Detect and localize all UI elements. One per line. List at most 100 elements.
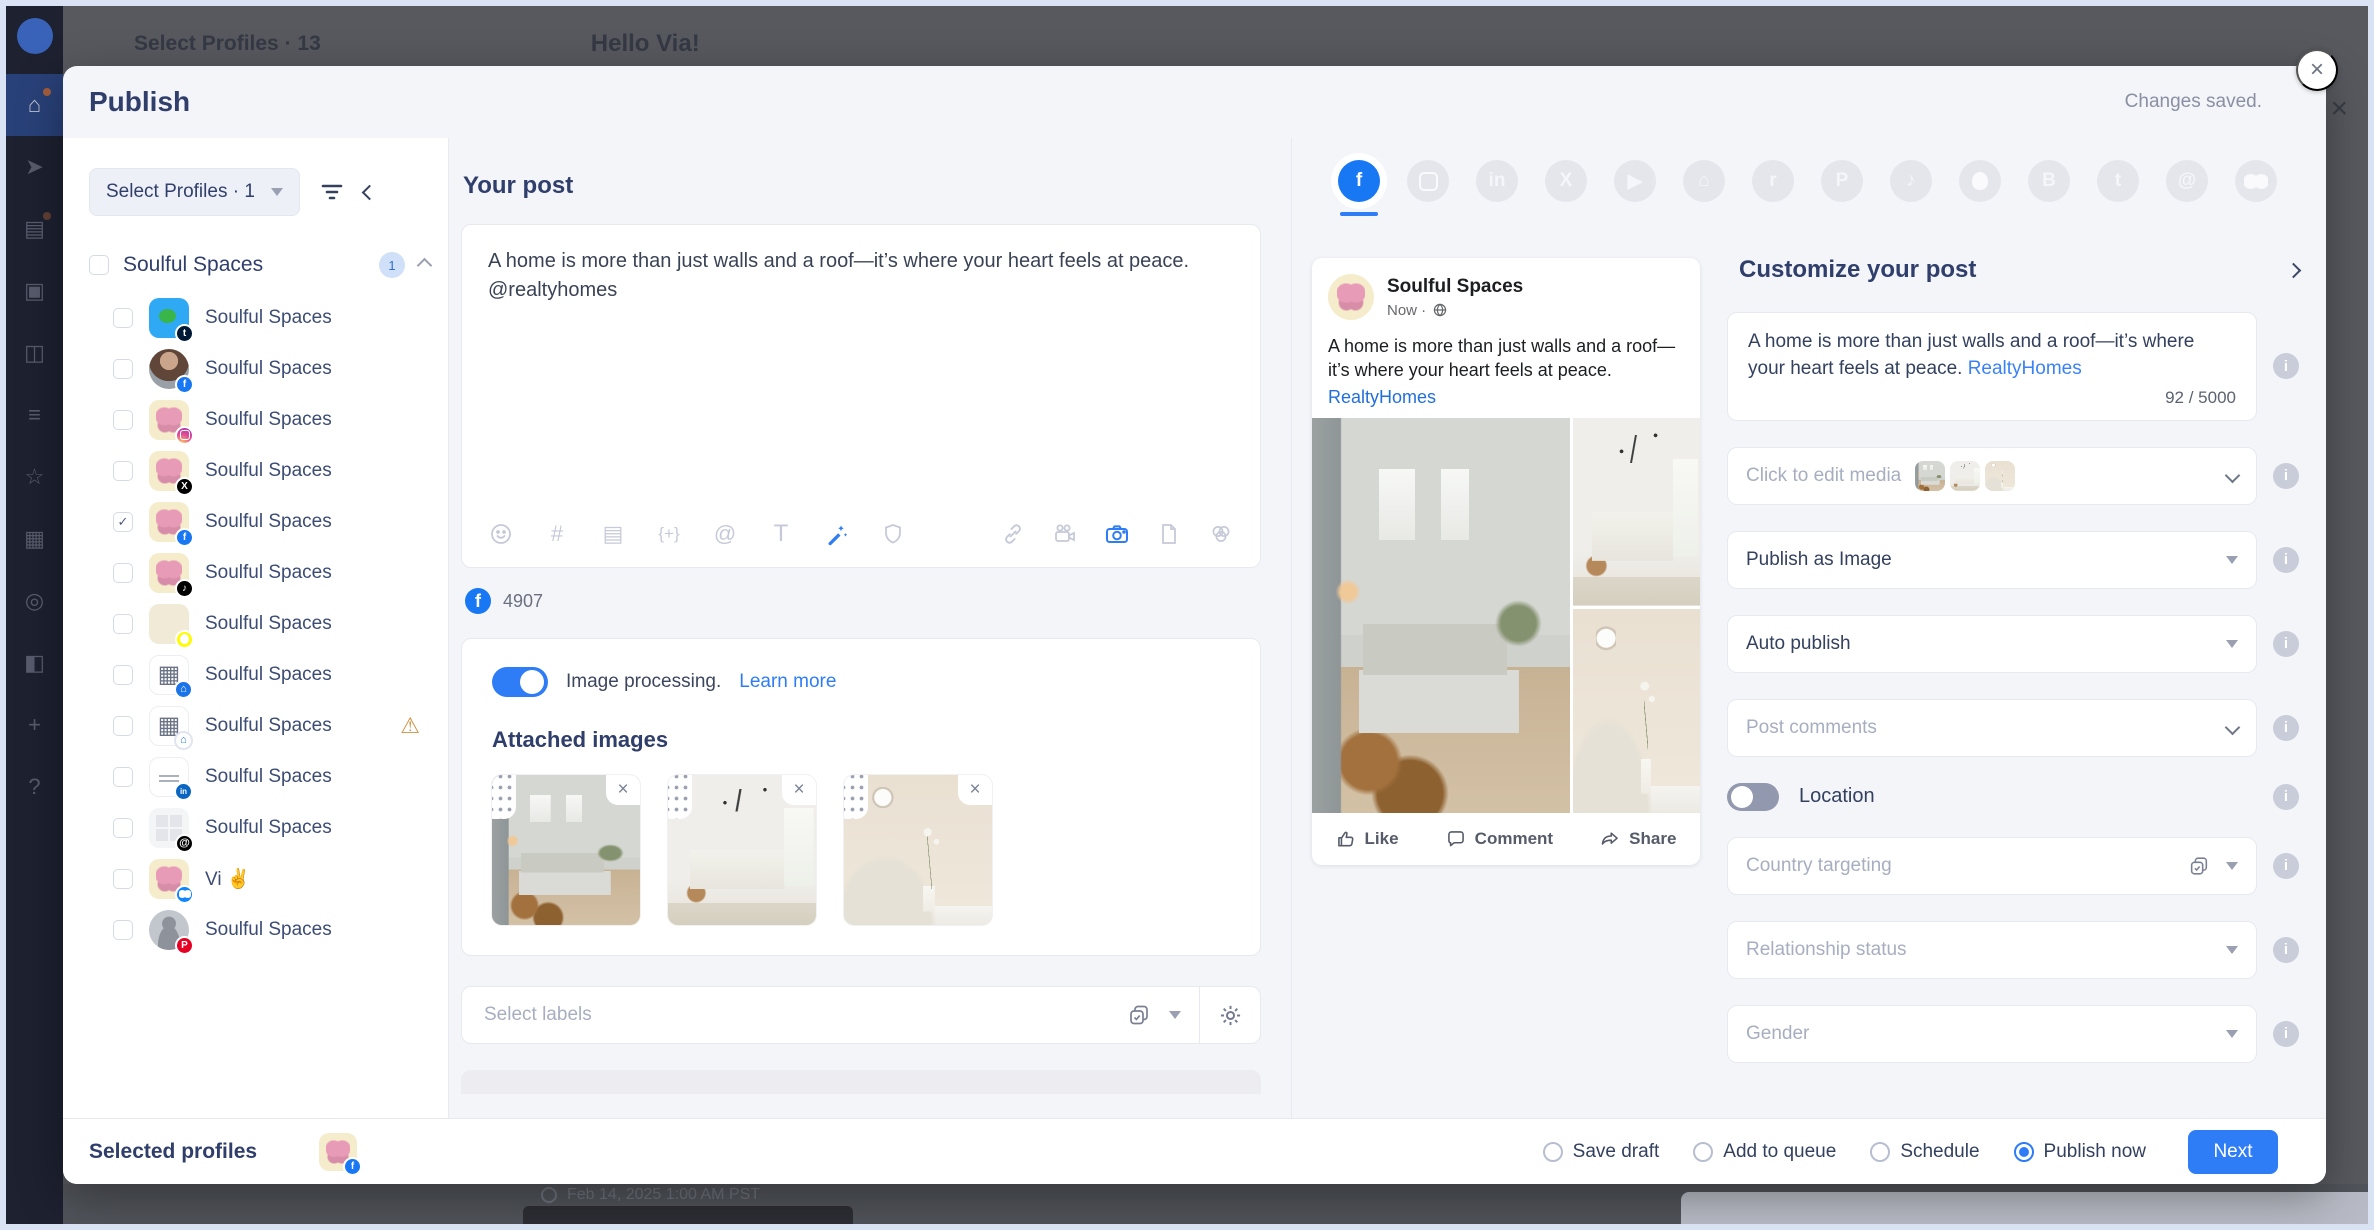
shield-icon[interactable]: [880, 521, 906, 547]
profile-checkbox[interactable]: [113, 665, 133, 685]
profile-checkbox[interactable]: [113, 308, 133, 328]
tab-blogger[interactable]: B: [2028, 160, 2070, 216]
info-icon[interactable]: i: [2273, 463, 2299, 489]
publish-now-radio[interactable]: Publish now: [2014, 1141, 2146, 1163]
drag-handle-icon[interactable]: [492, 775, 516, 819]
drag-handle-icon[interactable]: [844, 775, 868, 819]
link-icon[interactable]: [1000, 521, 1026, 547]
select-labels-field[interactable]: Select labels: [461, 986, 1261, 1044]
schedule-radio[interactable]: Schedule: [1870, 1141, 1979, 1163]
tab-bluesky[interactable]: [2235, 160, 2277, 216]
relationship-status-dropdown[interactable]: Relationship status: [1727, 921, 2257, 979]
tab-tumblr[interactable]: t: [2097, 160, 2139, 216]
radio-icon[interactable]: [1693, 1142, 1713, 1162]
tab-google-business[interactable]: ⌂: [1683, 160, 1725, 216]
info-icon[interactable]: i: [2273, 353, 2299, 379]
profile-row-snapchat[interactable]: Soulful Spaces: [89, 598, 430, 649]
next-button[interactable]: Next: [2188, 1130, 2278, 1174]
chevron-down-icon[interactable]: [1169, 1011, 1181, 1019]
profile-group-header[interactable]: Soulful Spaces 1: [89, 252, 430, 278]
caption-editor[interactable]: A home is more than just walls and a roo…: [1727, 312, 2257, 421]
profile-row-facebook[interactable]: f Soulful Spaces: [89, 343, 430, 394]
edit-media-field[interactable]: Click to edit media: [1727, 447, 2257, 505]
profile-row-pinterest[interactable]: P Soulful Spaces: [89, 904, 430, 955]
info-icon[interactable]: i: [2273, 631, 2299, 657]
like-button[interactable]: Like: [1336, 829, 1399, 849]
ai-wand-icon[interactable]: [824, 521, 850, 547]
camera-icon[interactable]: [1104, 521, 1130, 547]
profile-checkbox[interactable]: [113, 818, 133, 838]
share-button[interactable]: Share: [1600, 829, 1676, 849]
radio-icon[interactable]: [1543, 1142, 1563, 1162]
info-icon[interactable]: i: [2273, 784, 2299, 810]
profile-checkbox[interactable]: [113, 767, 133, 787]
select-profiles-dropdown[interactable]: Select Profiles · 1: [89, 168, 300, 216]
hashtag-icon[interactable]: #: [544, 521, 570, 547]
learn-more-link[interactable]: Learn more: [739, 671, 836, 693]
info-icon[interactable]: i: [2273, 715, 2299, 741]
video-icon[interactable]: [1052, 521, 1078, 547]
profile-row-linkedin[interactable]: in Soulful Spaces: [89, 751, 430, 802]
tab-instagram[interactable]: [1407, 160, 1449, 216]
profile-row-gmb[interactable]: ▦⌂ Soulful Spaces: [89, 649, 430, 700]
profile-checkbox[interactable]: [113, 359, 133, 379]
tab-threads[interactable]: @: [2166, 160, 2208, 216]
remove-image-icon[interactable]: ×: [958, 775, 992, 805]
copy-check-icon[interactable]: [1127, 1003, 1151, 1027]
save-draft-radio[interactable]: Save draft: [1543, 1141, 1660, 1163]
info-icon[interactable]: i: [2273, 547, 2299, 573]
profile-checkbox[interactable]: [113, 563, 133, 583]
publish-as-dropdown[interactable]: Publish as Image: [1727, 531, 2257, 589]
profile-row-x[interactable]: X Soulful Spaces: [89, 445, 430, 496]
info-icon[interactable]: i: [2273, 937, 2299, 963]
tab-pinterest[interactable]: P: [1821, 160, 1863, 216]
profile-checkbox[interactable]: [113, 614, 133, 634]
auto-publish-dropdown[interactable]: Auto publish: [1727, 615, 2257, 673]
tab-facebook[interactable]: f: [1338, 160, 1380, 216]
variables-icon[interactable]: {+}: [656, 521, 682, 547]
filter-icon[interactable]: [320, 182, 344, 202]
profile-checkbox[interactable]: [113, 920, 133, 940]
profile-row-instagram[interactable]: Soulful Spaces: [89, 394, 430, 445]
profile-row-tumblr[interactable]: t Soulful Spaces: [89, 292, 430, 343]
saved-captions-icon[interactable]: ▤: [600, 521, 626, 547]
preview-mention-link[interactable]: RealtyHomes: [1312, 385, 1700, 418]
post-comments-field[interactable]: Post comments: [1727, 699, 2257, 757]
location-toggle[interactable]: [1727, 783, 1779, 811]
remove-image-icon[interactable]: ×: [782, 775, 816, 805]
radio-icon[interactable]: [1870, 1142, 1890, 1162]
add-to-queue-radio[interactable]: Add to queue: [1693, 1141, 1836, 1163]
gear-icon[interactable]: [1200, 1003, 1260, 1028]
gender-dropdown[interactable]: Gender: [1727, 1005, 2257, 1063]
image-processing-toggle[interactable]: [492, 667, 548, 697]
remove-image-icon[interactable]: ×: [606, 775, 640, 805]
profile-row-bluesky[interactable]: Vi ✌: [89, 853, 430, 904]
tab-reddit[interactable]: r: [1752, 160, 1794, 216]
profile-row-threads[interactable]: @ Soulful Spaces: [89, 802, 430, 853]
caption-mention-link[interactable]: RealtyHomes: [1968, 358, 2082, 379]
profile-row-gmb-warning[interactable]: ▦⌂ Soulful Spaces ⚠: [89, 700, 430, 751]
collapse-customize-icon[interactable]: [2288, 265, 2299, 276]
tab-tiktok[interactable]: ♪: [1890, 160, 1932, 216]
group-collapse-icon[interactable]: [419, 260, 430, 271]
info-icon[interactable]: i: [2273, 853, 2299, 879]
media-library-icon[interactable]: [1208, 521, 1234, 547]
info-icon[interactable]: i: [2273, 1021, 2299, 1047]
tab-x[interactable]: X: [1545, 160, 1587, 216]
profile-row-facebook-selected[interactable]: ✓ f Soulful Spaces: [89, 496, 430, 547]
emoji-icon[interactable]: [488, 521, 514, 547]
tab-linkedin[interactable]: in: [1476, 160, 1518, 216]
profile-checkbox[interactable]: [113, 461, 133, 481]
country-targeting-field[interactable]: Country targeting: [1727, 837, 2257, 895]
drag-handle-icon[interactable]: [668, 775, 692, 819]
tab-youtube[interactable]: ▶: [1614, 160, 1656, 216]
radio-icon-selected[interactable]: [2014, 1142, 2034, 1162]
attached-image-3[interactable]: ×: [844, 775, 992, 925]
mention-icon[interactable]: @: [712, 521, 738, 547]
profile-checkbox[interactable]: [113, 410, 133, 430]
collapse-panel-icon[interactable]: [364, 187, 375, 198]
comment-button[interactable]: Comment: [1446, 829, 1553, 849]
attached-image-1[interactable]: ×: [492, 775, 640, 925]
close-icon[interactable]: ×: [2296, 49, 2338, 91]
document-icon[interactable]: [1156, 521, 1182, 547]
